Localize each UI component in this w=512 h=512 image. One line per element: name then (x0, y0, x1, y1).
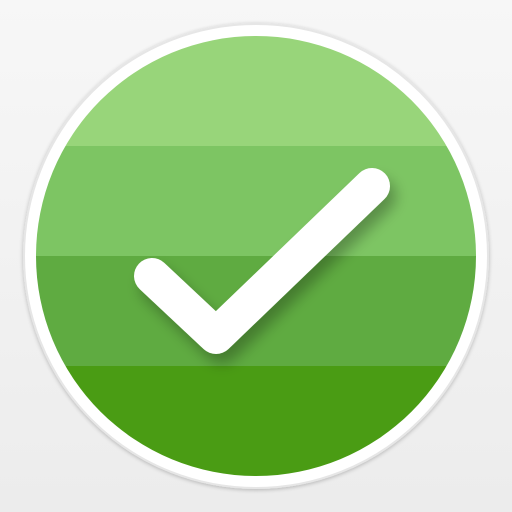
green-disc (36, 36, 476, 476)
app-icon-graphic (23, 23, 489, 489)
disc-band-2 (36, 146, 476, 256)
app-icon (0, 0, 512, 512)
